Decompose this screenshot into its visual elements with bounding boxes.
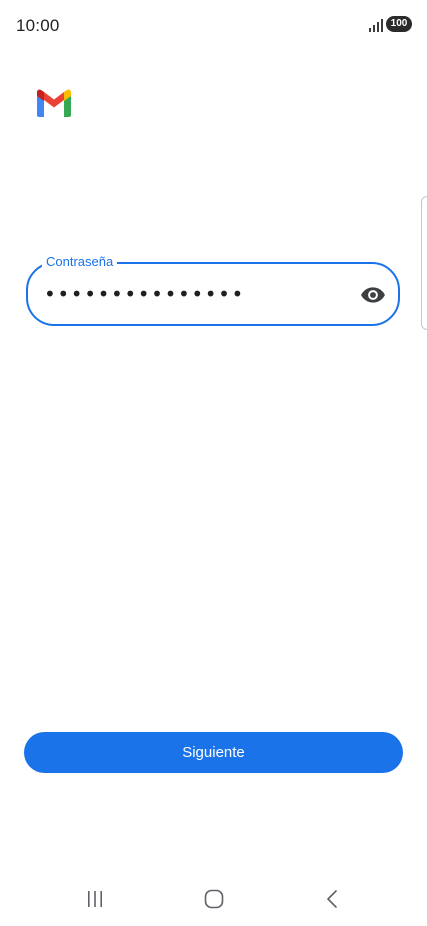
password-input[interactable]: ••••••••••••••• [44, 283, 245, 305]
eye-icon[interactable] [360, 282, 386, 308]
battery-icon: 100 [386, 16, 412, 32]
back-icon[interactable] [320, 886, 346, 912]
signal-icon [369, 19, 383, 32]
home-icon[interactable] [201, 886, 227, 912]
edge-panel-handle[interactable] [421, 196, 427, 330]
password-field-label: Contraseña [42, 254, 118, 270]
next-button[interactable]: Siguiente [24, 732, 403, 773]
status-bar: 10:00 100 [0, 0, 427, 52]
password-field[interactable]: Contraseña ••••••••••••••• [26, 254, 400, 326]
gmail-logo [37, 89, 71, 117]
status-time: 10:00 [16, 16, 60, 35]
recent-apps-icon[interactable] [82, 886, 108, 912]
navigation-bar [0, 870, 427, 926]
